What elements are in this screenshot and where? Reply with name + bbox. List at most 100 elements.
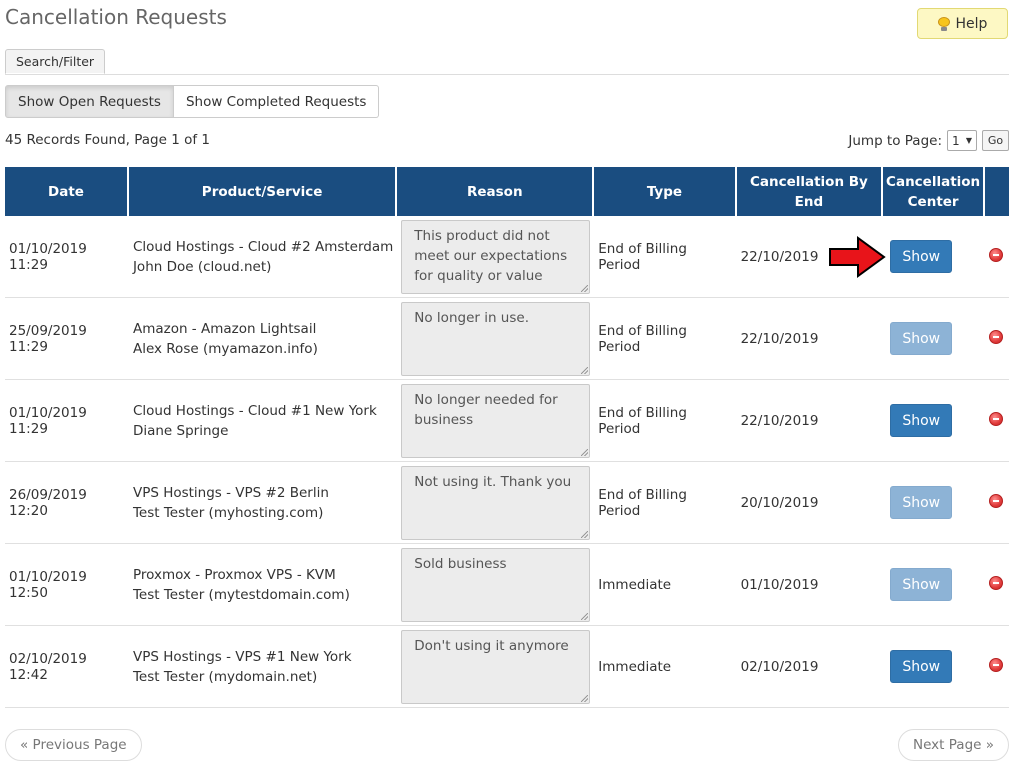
row-client[interactable]: Alex Rose (myamazon.info)	[133, 339, 393, 359]
show-button[interactable]: Show	[890, 650, 953, 683]
row-product[interactable]: VPS Hostings - VPS #1 New York	[133, 647, 393, 667]
row-type: End of Billing Period	[594, 216, 737, 298]
row-type: End of Billing Period	[594, 380, 737, 462]
row-date: 01/10/2019 11:29	[5, 380, 129, 462]
row-date: 26/09/2019 12:20	[5, 462, 129, 544]
delete-icon[interactable]	[989, 329, 1004, 344]
header-cancellation-by-end[interactable]: Cancellation By End	[736, 167, 884, 216]
chevron-down-icon: ▼	[965, 136, 972, 145]
tab-strip	[5, 74, 1009, 75]
row-reason-cell: No longer needed for business	[397, 380, 595, 462]
previous-page-button[interactable]: « Previous Page	[5, 729, 142, 761]
delete-icon[interactable]	[989, 575, 1004, 590]
delete-icon[interactable]	[989, 411, 1004, 426]
header-center-line2: Center	[907, 193, 959, 210]
header-product[interactable]: Product/Service	[128, 167, 398, 216]
row-product-cell: Cloud Hostings - Cloud #1 New York Diane…	[128, 380, 398, 462]
row-reason-cell: Sold business	[397, 544, 595, 626]
show-button[interactable]: Show	[890, 568, 953, 601]
row-end-date: 22/10/2019	[736, 298, 884, 380]
header-type[interactable]: Type	[594, 167, 737, 216]
row-reason-cell: Not using it. Thank you	[397, 462, 595, 544]
page-title: Cancellation Requests	[5, 5, 227, 29]
reason-textarea[interactable]: No longer needed for business	[401, 383, 591, 458]
row-client[interactable]: Test Tester (myhosting.com)	[133, 503, 393, 523]
show-open-requests-button[interactable]: Show Open Requests	[5, 85, 174, 118]
row-client[interactable]: Diane Springe	[133, 421, 393, 441]
reason-textarea[interactable]: Sold business	[401, 547, 591, 622]
help-button[interactable]: Help	[917, 8, 1008, 39]
row-center-cell: Show	[883, 544, 986, 626]
page-select[interactable]: 1 ▼	[947, 130, 977, 151]
show-completed-requests-button[interactable]: Show Completed Requests	[173, 85, 380, 118]
header-date[interactable]: Date	[5, 167, 129, 216]
delete-icon[interactable]	[989, 657, 1004, 672]
row-end-date: 02/10/2019	[736, 626, 884, 708]
red-arrow-icon	[829, 236, 886, 278]
row-date: 02/10/2019 12:42	[5, 626, 129, 708]
row-product-cell: VPS Hostings - VPS #2 Berlin Test Tester…	[128, 462, 398, 544]
table-row: 02/10/2019 12:42 VPS Hostings - VPS #1 N…	[5, 626, 1009, 708]
next-page-button[interactable]: Next Page »	[898, 729, 1009, 761]
go-button[interactable]: Go	[982, 130, 1009, 151]
row-end-date: 22/10/2019	[736, 380, 884, 462]
tab-search-filter[interactable]: Search/Filter	[5, 49, 105, 74]
row-type: Immediate	[594, 626, 737, 708]
row-product-cell: Cloud Hostings - Cloud #2 Amsterdam John…	[128, 216, 398, 298]
row-delete-cell	[985, 544, 1009, 626]
row-delete-cell	[985, 380, 1009, 462]
table-row: 01/10/2019 12:50 Proxmox - Proxmox VPS -…	[5, 544, 1009, 626]
header-cancellation-center: Cancellation Center	[883, 167, 986, 216]
row-center-cell: Show	[883, 626, 986, 708]
row-product[interactable]: Proxmox - Proxmox VPS - KVM	[133, 565, 393, 585]
table-header-row: Date Product/Service Reason Type Cancell…	[5, 167, 1009, 216]
lightbulb-icon	[937, 16, 950, 31]
help-label: Help	[955, 15, 988, 32]
header-reason[interactable]: Reason	[397, 167, 595, 216]
reason-textarea[interactable]: No longer in use.	[401, 301, 591, 376]
jump-label: Jump to Page:	[848, 132, 942, 149]
row-client[interactable]: John Doe (cloud.net)	[133, 257, 393, 277]
page-select-value: 1	[952, 133, 960, 148]
row-product-cell: Amazon - Amazon Lightsail Alex Rose (mya…	[128, 298, 398, 380]
row-delete-cell	[985, 626, 1009, 708]
table-row: 26/09/2019 12:20 VPS Hostings - VPS #2 B…	[5, 462, 1009, 544]
row-product[interactable]: Cloud Hostings - Cloud #1 New York	[133, 401, 393, 421]
row-product[interactable]: Cloud Hostings - Cloud #2 Amsterdam	[133, 237, 393, 257]
row-type: End of Billing Period	[594, 462, 737, 544]
row-type: Immediate	[594, 544, 737, 626]
header-center-line1: Cancellation	[886, 173, 981, 190]
delete-icon[interactable]	[989, 493, 1004, 508]
row-end-date: 01/10/2019	[736, 544, 884, 626]
row-center-cell: Show	[883, 380, 986, 462]
row-delete-cell	[985, 216, 1009, 298]
table-row: 01/10/2019 11:29 Cloud Hostings - Cloud …	[5, 380, 1009, 462]
row-delete-cell	[985, 298, 1009, 380]
row-product[interactable]: VPS Hostings - VPS #2 Berlin	[133, 483, 393, 503]
jump-to-page: Jump to Page: 1 ▼ Go	[848, 130, 1009, 151]
row-date: 01/10/2019 11:29	[5, 216, 129, 298]
header-actions	[985, 167, 1009, 216]
row-date: 01/10/2019 12:50	[5, 544, 129, 626]
row-client[interactable]: Test Tester (mydomain.net)	[133, 667, 393, 687]
row-reason-cell: This product did not meet our expectatio…	[397, 216, 595, 298]
row-product[interactable]: Amazon - Amazon Lightsail	[133, 319, 393, 339]
row-center-cell: Show	[883, 298, 986, 380]
delete-icon[interactable]	[989, 247, 1004, 262]
row-delete-cell	[985, 462, 1009, 544]
row-product-cell: VPS Hostings - VPS #1 New York Test Test…	[128, 626, 398, 708]
show-button[interactable]: Show	[890, 322, 953, 355]
show-button[interactable]: Show	[890, 404, 953, 437]
reason-textarea[interactable]: This product did not meet our expectatio…	[401, 219, 591, 294]
row-end-date: 20/10/2019	[736, 462, 884, 544]
show-button[interactable]: Show	[890, 240, 953, 273]
reason-textarea[interactable]: Not using it. Thank you	[401, 465, 591, 540]
row-type: End of Billing Period	[594, 298, 737, 380]
row-client[interactable]: Test Tester (mytestdomain.com)	[133, 585, 393, 605]
show-button[interactable]: Show	[890, 486, 953, 519]
reason-textarea[interactable]: Don't using it anymore	[401, 629, 591, 704]
row-date: 25/09/2019 11:29	[5, 298, 129, 380]
request-status-toggle: Show Open Requests Show Completed Reques…	[5, 85, 380, 118]
table-row: 25/09/2019 11:29 Amazon - Amazon Lightsa…	[5, 298, 1009, 380]
row-center-cell: Show	[883, 216, 986, 298]
